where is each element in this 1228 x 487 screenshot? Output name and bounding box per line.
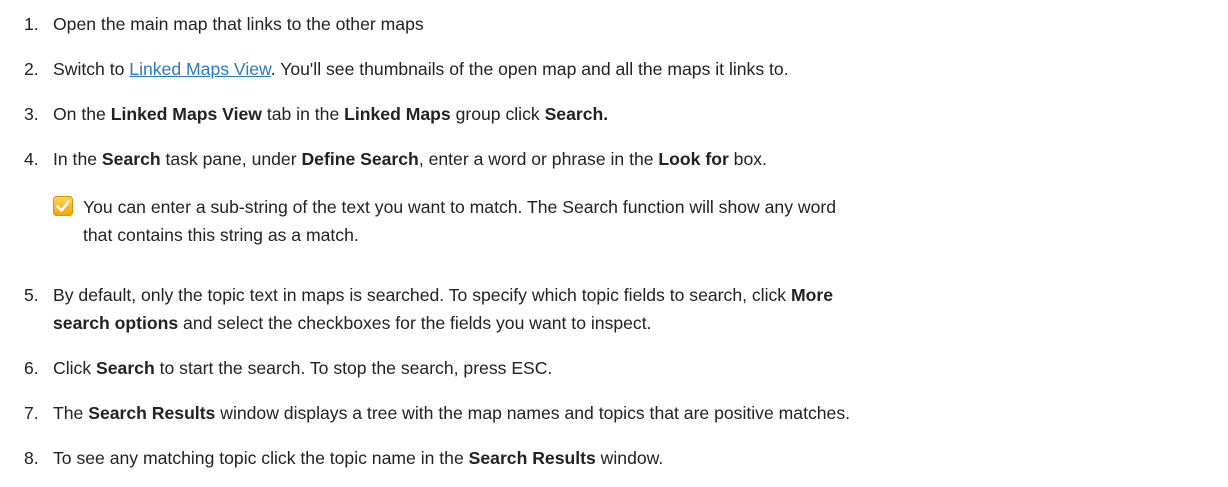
bold-term: More (790, 285, 834, 305)
bold-term: Look for (658, 149, 729, 169)
step-number: 4. (24, 149, 39, 169)
tip-text-line-1: You can enter a sub-string of the text y… (83, 197, 837, 217)
text-run: box. (728, 149, 767, 169)
step-text: On the Linked Maps View tab in the Linke… (53, 103, 1213, 125)
tip-text-line-2: that contains this string as a match. (83, 225, 359, 245)
bold-term: Search. (544, 104, 609, 124)
text-run: Switch to (53, 59, 130, 79)
step-text: Open the main map that links to the othe… (53, 13, 1213, 35)
step-text: In the Search task pane, under Define Se… (53, 148, 1213, 170)
step-text: By default, only the topic text in maps … (53, 284, 1213, 306)
step-text: To see any matching topic click the topi… (53, 447, 1213, 469)
text-run: tab in the (261, 104, 345, 124)
bold-term: Linked Maps (344, 104, 451, 124)
step-number: 3. (24, 104, 39, 124)
bold-term: search options (53, 313, 179, 333)
text-run: and select the checkboxes for the fields… (178, 313, 652, 333)
text-run: On the (53, 104, 111, 124)
text-run: By default, only the topic text in maps … (53, 285, 791, 305)
text-run: to start the search. To stop the search,… (154, 358, 553, 378)
step-number: 6. (24, 358, 39, 378)
text-run: The (53, 403, 89, 423)
text-run: task pane, under (160, 149, 302, 169)
text-run: window displays a tree with the map name… (215, 403, 851, 423)
checkmark-icon (53, 196, 73, 216)
bold-term: Linked Maps View (110, 104, 262, 124)
text-run: In the (53, 149, 102, 169)
bold-term: Search (101, 149, 161, 169)
step-number: 7. (24, 403, 39, 423)
step-number: 2. (24, 59, 39, 79)
text-run: Click (53, 358, 97, 378)
step-text: The Search Results window displays a tre… (53, 402, 1213, 424)
text-run: window. (595, 448, 664, 468)
step-number: 8. (24, 448, 39, 468)
step-text: Switch to Linked Maps View. You'll see t… (53, 58, 1213, 80)
linked-maps-view-link[interactable]: Linked Maps View (129, 59, 271, 79)
text-run: , enter a word or phrase in the (418, 149, 659, 169)
bold-term: Search Results (88, 403, 216, 423)
step-number: 5. (24, 285, 39, 305)
text-run: group click (450, 104, 545, 124)
step-number: 1. (24, 14, 39, 34)
text-run: To see any matching topic click the topi… (53, 448, 469, 468)
bold-term: Define Search (301, 149, 419, 169)
step-text-continued: search options and select the checkboxes… (53, 312, 1213, 334)
text-run: . You'll see thumbnails of the open map … (270, 59, 789, 79)
bold-term: Search Results (468, 448, 596, 468)
step-text: Click Search to start the search. To sto… (53, 357, 1213, 379)
text-run: Open the main map that links to the othe… (53, 14, 424, 34)
bold-term: Search (96, 358, 155, 378)
